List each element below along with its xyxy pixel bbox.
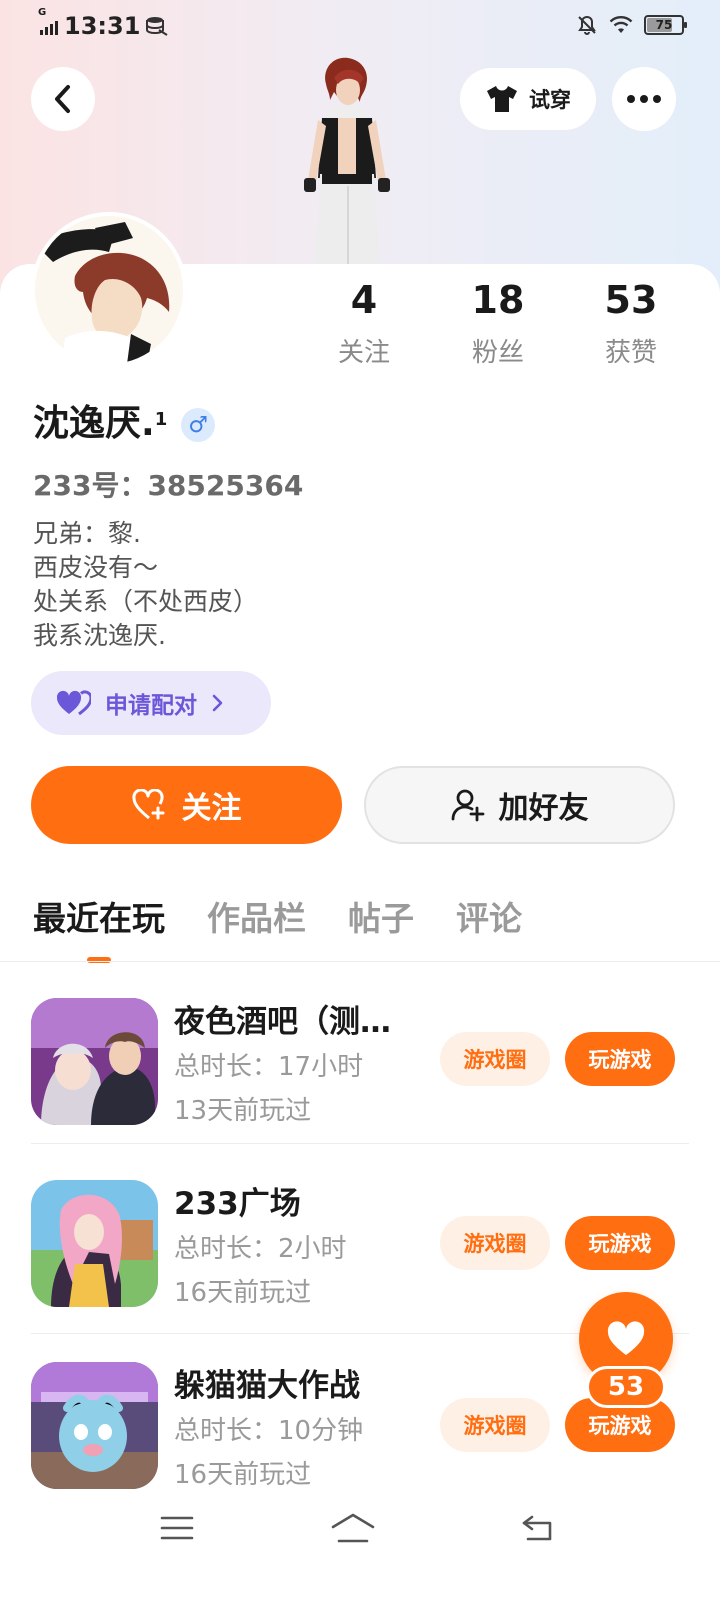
heart-plus-icon: [131, 789, 164, 820]
male-gender-icon: ♂: [181, 408, 216, 442]
bio-line: 处关系（不处西皮）: [33, 587, 259, 616]
game-circle-button[interactable]: 游戏圈: [440, 1398, 550, 1452]
likes-count: 53: [604, 278, 658, 322]
menu-icon: [160, 1516, 194, 1540]
request-pair-label: 申请配对: [105, 693, 197, 719]
tab-recent-played[interactable]: 最近在玩: [33, 895, 165, 963]
wifi-icon: [609, 16, 633, 33]
avatar-image: [35, 216, 183, 364]
follow-button[interactable]: 关注: [31, 766, 342, 844]
game-icon[interactable]: [31, 1180, 158, 1307]
try-on-button[interactable]: 试穿: [460, 68, 596, 130]
game-last-played: 16天前玩过: [174, 1460, 312, 1490]
system-navigation-bar: [0, 1490, 720, 1600]
following-label: 关注: [337, 338, 390, 368]
add-friend-button[interactable]: 加好友: [364, 766, 675, 844]
more-button[interactable]: [612, 67, 676, 131]
game-title: 夜色酒吧（测…: [174, 1004, 391, 1040]
game-duration: 总时长：17小时: [174, 1052, 364, 1082]
fans-label: 粉丝: [471, 338, 524, 368]
play-game-button[interactable]: 玩游戏: [565, 1216, 675, 1270]
avatar-character-figure[interactable]: [292, 54, 402, 266]
add-friend-label: 加好友: [498, 791, 589, 826]
cell-signal-icon: G: [38, 7, 58, 35]
play-game-button[interactable]: 玩游戏: [565, 1032, 675, 1086]
game-icon[interactable]: [31, 1362, 158, 1489]
tshirt-icon: [487, 86, 517, 112]
bio-line: 兄弟：黎.: [33, 519, 141, 548]
game-last-played: 16天前玩过: [174, 1278, 312, 1308]
stat-likes[interactable]: 53 获赞: [571, 278, 691, 369]
game-last-played: 13天前玩过: [174, 1096, 312, 1126]
avatar[interactable]: [31, 212, 187, 368]
bio: 兄弟：黎. 西皮没有～ 处关系（不处西皮） 我系沈逸厌.: [33, 517, 258, 653]
more-dots-icon: [627, 95, 661, 103]
tab-works[interactable]: 作品栏: [207, 895, 306, 943]
home-nav-button[interactable]: [323, 1508, 383, 1548]
likes-label: 获赞: [604, 338, 657, 368]
double-heart-icon: [57, 690, 91, 716]
stat-fans[interactable]: 18 粉丝: [438, 278, 558, 369]
request-pair-button[interactable]: 申请配对: [31, 671, 271, 735]
bio-line: 我系沈逸厌.: [33, 621, 166, 650]
game-duration: 总时长：10分钟: [174, 1416, 364, 1446]
row-divider: [31, 1143, 689, 1144]
fans-count: 18: [471, 278, 525, 322]
like-count-badge: 53: [586, 1366, 666, 1408]
account-id[interactable]: 233号：38525364: [33, 464, 303, 504]
chevron-left-icon: [55, 85, 70, 113]
battery-icon: 75: [644, 15, 687, 35]
bell-muted-icon: [578, 15, 596, 36]
back-button[interactable]: [31, 67, 95, 131]
heart-icon: [607, 1321, 645, 1355]
back-nav-button[interactable]: [508, 1508, 568, 1548]
game-title: 躲猫猫大作战: [174, 1368, 360, 1404]
tab-posts[interactable]: 帖子: [348, 895, 414, 943]
game-row[interactable]: 夜色酒吧（测… 总时长：17小时 13天前玩过 游戏圈 玩游戏: [0, 962, 720, 1144]
follow-label: 关注: [181, 791, 242, 826]
game-circle-button[interactable]: 游戏圈: [440, 1032, 550, 1086]
chevron-right-icon: [212, 694, 223, 712]
add-user-icon: [451, 789, 484, 822]
home-icon: [331, 1513, 375, 1543]
bio-line: 西皮没有～: [33, 553, 159, 582]
game-title: 233广场: [174, 1186, 301, 1222]
profile-tabs: 最近在玩 作品栏 帖子 评论: [33, 895, 522, 963]
nickname: 沈逸厌.1: [33, 403, 168, 444]
game-circle-button[interactable]: 游戏圈: [440, 1216, 550, 1270]
tab-comments[interactable]: 评论: [456, 895, 522, 943]
following-count: 4: [350, 278, 378, 322]
game-duration: 总时长：2小时: [174, 1234, 347, 1264]
status-bar: G 13:31 75: [0, 0, 720, 56]
nickname-row: 沈逸厌.1 ♂: [33, 400, 216, 448]
game-icon[interactable]: [31, 998, 158, 1125]
stat-following[interactable]: 4 关注: [304, 278, 424, 369]
status-time: 13:31: [64, 12, 141, 40]
data-saver-icon: [146, 17, 168, 36]
try-on-label: 试穿: [529, 88, 571, 112]
back-arrow-icon: [522, 1515, 552, 1541]
menu-nav-button[interactable]: [147, 1508, 207, 1548]
